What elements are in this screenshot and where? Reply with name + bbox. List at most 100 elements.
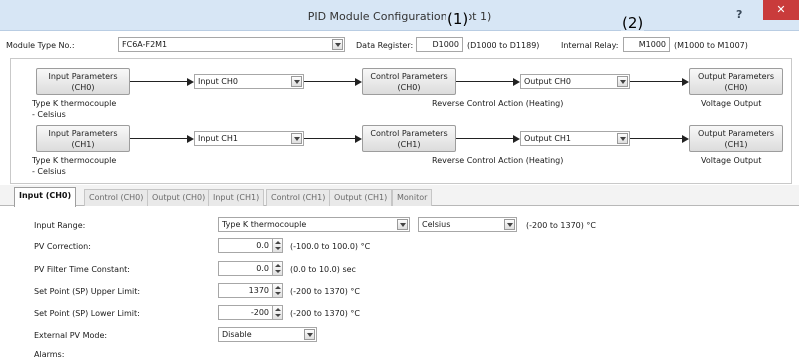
sp-lower-hint: (-200 to 1370) °C bbox=[290, 309, 361, 318]
flow-arrow bbox=[456, 81, 514, 82]
tab-output-ch0[interactable]: Output (CH0) bbox=[147, 189, 211, 206]
pv-correction-hint: (-100.0 to 100.0) °C bbox=[290, 242, 371, 251]
chevron-down-icon bbox=[617, 76, 628, 87]
chevron-down-icon bbox=[332, 39, 343, 50]
output-parameters-ch0-button[interactable]: Output Parameters (CH0) bbox=[689, 68, 783, 95]
chevron-down-icon bbox=[304, 329, 315, 340]
arrow-right-icon bbox=[682, 135, 689, 143]
window-title: PID Module Configuration (Slot 1) bbox=[307, 10, 492, 23]
arrow-right-icon bbox=[187, 135, 194, 143]
output-ch0-select[interactable]: Output CH0 bbox=[520, 74, 630, 89]
input-parameters-ch0-button[interactable]: Input Parameters (CH0) bbox=[36, 68, 130, 95]
sp-lower-spinner[interactable] bbox=[272, 305, 283, 320]
external-pv-mode-label: External PV Mode: bbox=[34, 331, 108, 340]
input-ch0-description: Type K thermocouple bbox=[32, 99, 117, 108]
flow-arrow bbox=[130, 81, 188, 82]
flow-arrow bbox=[630, 138, 683, 139]
chevron-down-icon bbox=[291, 133, 302, 144]
output-parameters-ch1-button[interactable]: Output Parameters (CH1) bbox=[689, 125, 783, 152]
flow-arrow bbox=[630, 81, 683, 82]
pv-filter-label: PV Filter Time Constant: bbox=[34, 265, 130, 274]
chevron-down-icon bbox=[397, 219, 408, 230]
pv-filter-input[interactable]: 0.0 bbox=[218, 261, 273, 276]
input-ch0-select[interactable]: Input CH0 bbox=[194, 74, 304, 89]
internal-relay-input[interactable]: M1000 bbox=[623, 37, 670, 52]
output-ch0-description: Voltage Output bbox=[701, 99, 762, 108]
input-range-hint: (-200 to 1370) °C bbox=[526, 221, 597, 230]
input-ch1-unit-description: - Celsius bbox=[32, 167, 66, 176]
close-button[interactable]: ✕ bbox=[763, 0, 799, 20]
pv-correction-spinner[interactable] bbox=[272, 238, 283, 253]
output-ch1-description: Voltage Output bbox=[701, 156, 762, 165]
pv-filter-hint: (0.0 to 10.0) sec bbox=[290, 265, 356, 274]
callout-two: (2) bbox=[621, 14, 645, 32]
sp-upper-input[interactable]: 1370 bbox=[218, 283, 273, 298]
control-parameters-ch0-line1: Control Parameters bbox=[370, 72, 448, 81]
arrow-right-icon bbox=[682, 78, 689, 86]
internal-relay-label: Internal Relay: bbox=[561, 41, 619, 50]
module-type-select[interactable]: FC6A-F2M1 bbox=[118, 37, 345, 52]
flow-arrow bbox=[456, 138, 514, 139]
input-parameters-ch1-line1: Input Parameters bbox=[48, 129, 118, 138]
output-ch1-value: Output CH1 bbox=[524, 134, 572, 143]
flow-arrow bbox=[130, 138, 188, 139]
pv-correction-label: PV Correction: bbox=[34, 242, 91, 251]
input-range-select[interactable]: Type K thermocouple bbox=[218, 217, 410, 232]
input-ch1-value: Input CH1 bbox=[198, 134, 238, 143]
control-parameters-ch0-button[interactable]: Control Parameters (CH0) bbox=[362, 68, 456, 95]
flow-arrow bbox=[304, 81, 356, 82]
external-pv-mode-select[interactable]: Disable bbox=[218, 327, 317, 342]
arrow-right-icon bbox=[513, 78, 520, 86]
pv-correction-input[interactable]: 0.0 bbox=[218, 238, 273, 253]
input-parameters-ch0-line1: Input Parameters bbox=[48, 72, 118, 81]
sp-upper-label: Set Point (SP) Upper Limit: bbox=[34, 287, 141, 296]
module-type-value: FC6A-F2M1 bbox=[122, 40, 168, 49]
arrow-right-icon bbox=[187, 78, 194, 86]
control-parameters-ch0-line2: (CH0) bbox=[397, 83, 421, 92]
tab-control-ch0[interactable]: Control (CH0) bbox=[84, 189, 149, 206]
input-ch0-unit-description: - Celsius bbox=[32, 110, 66, 119]
input-ch1-select[interactable]: Input CH1 bbox=[194, 131, 304, 146]
tab-input-ch0[interactable]: Input (CH0) bbox=[14, 187, 77, 207]
pv-filter-spinner[interactable] bbox=[272, 261, 283, 276]
output-ch0-value: Output CH0 bbox=[524, 77, 572, 86]
chevron-down-icon bbox=[291, 76, 302, 87]
data-register-label: Data Register: bbox=[356, 41, 414, 50]
output-ch1-select[interactable]: Output CH1 bbox=[520, 131, 630, 146]
control-parameters-ch1-line2: (CH1) bbox=[397, 140, 421, 149]
arrow-right-icon bbox=[355, 78, 362, 86]
data-register-input[interactable]: D1000 bbox=[416, 37, 463, 52]
unit-select[interactable]: Celsius bbox=[418, 217, 517, 232]
data-register-range: (D1000 to D1189) bbox=[467, 41, 540, 50]
arrow-right-icon bbox=[513, 135, 520, 143]
sp-upper-spinner[interactable] bbox=[272, 283, 283, 298]
internal-relay-range: (M1000 to M1007) bbox=[674, 41, 748, 50]
output-parameters-ch1-line2: (CH1) bbox=[724, 140, 748, 149]
control-parameters-ch1-button[interactable]: Control Parameters (CH1) bbox=[362, 125, 456, 152]
control-ch0-description: Reverse Control Action (Heating) bbox=[432, 99, 564, 108]
tab-control-ch1[interactable]: Control (CH1) bbox=[266, 189, 331, 206]
control-parameters-ch1-line1: Control Parameters bbox=[370, 129, 448, 138]
input-ch0-value: Input CH0 bbox=[198, 77, 238, 86]
input-range-label: Input Range: bbox=[34, 221, 86, 230]
sp-lower-input[interactable]: -200 bbox=[218, 305, 273, 320]
input-parameters-ch1-button[interactable]: Input Parameters (CH1) bbox=[36, 125, 130, 152]
help-icon[interactable]: ? bbox=[736, 8, 742, 21]
flow-arrow bbox=[304, 138, 356, 139]
tab-output-ch1[interactable]: Output (CH1) bbox=[329, 189, 393, 206]
output-parameters-ch1-line1: Output Parameters bbox=[697, 129, 775, 138]
unit-value: Celsius bbox=[422, 220, 451, 229]
output-parameters-ch0-line2: (CH0) bbox=[724, 83, 748, 92]
arrow-right-icon bbox=[355, 135, 362, 143]
tab-monitor[interactable]: Monitor bbox=[392, 189, 433, 206]
chevron-down-icon bbox=[617, 133, 628, 144]
input-ch1-description: Type K thermocouple bbox=[32, 156, 117, 165]
sp-upper-hint: (-200 to 1370) °C bbox=[290, 287, 361, 296]
callout-one: (1) bbox=[446, 10, 470, 28]
external-pv-mode-value: Disable bbox=[222, 330, 252, 339]
input-parameters-ch0-line2: (CH0) bbox=[71, 83, 95, 92]
input-parameters-ch1-line2: (CH1) bbox=[71, 140, 95, 149]
chevron-down-icon bbox=[504, 219, 515, 230]
tab-input-ch1[interactable]: Input (CH1) bbox=[208, 189, 265, 206]
sp-lower-label: Set Point (SP) Lower Limit: bbox=[34, 309, 140, 318]
